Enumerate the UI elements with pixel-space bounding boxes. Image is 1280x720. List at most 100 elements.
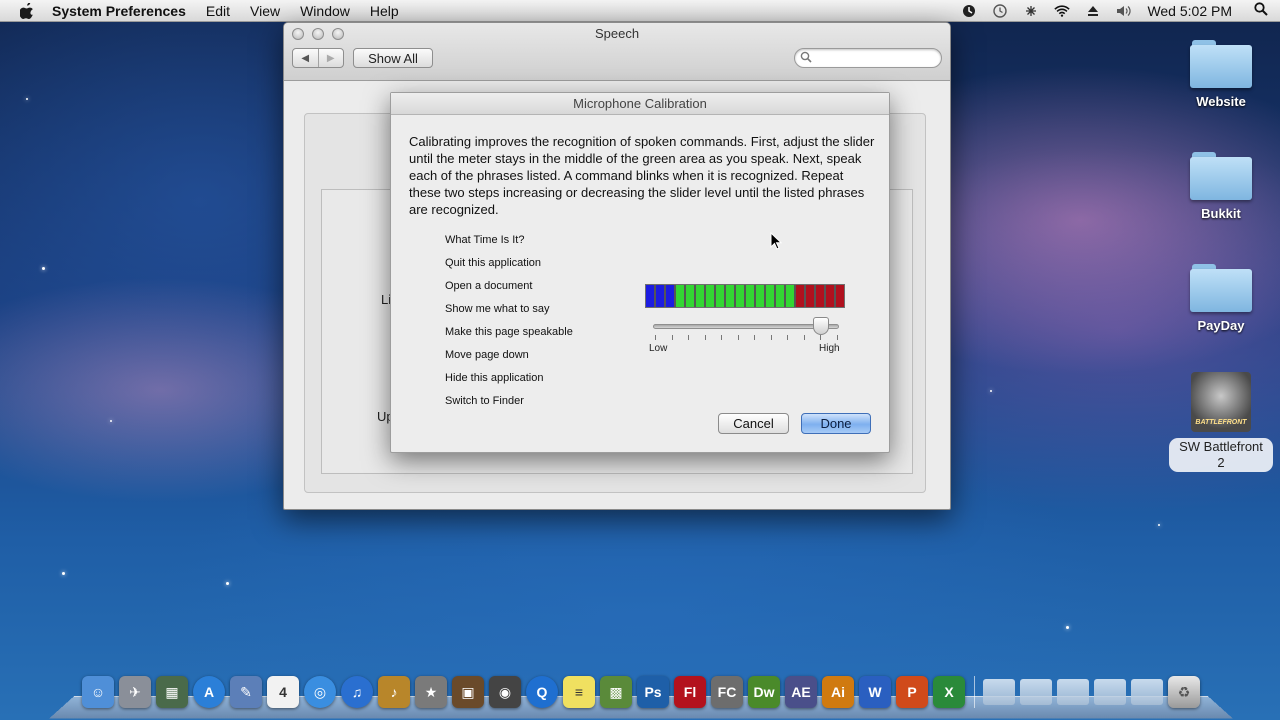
sheet-title: Microphone Calibration [391, 93, 889, 115]
battlefront-icon: BATTLEFRONT [1191, 372, 1251, 432]
bluetooth-icon[interactable] [1023, 3, 1039, 19]
applications-stack-icon[interactable] [1094, 679, 1126, 705]
photoshop-icon[interactable]: Ps [637, 676, 669, 708]
meter-segment-green [776, 285, 784, 307]
slider-tick [754, 335, 755, 340]
slider-ticks [655, 335, 838, 340]
slider-tick [837, 335, 838, 340]
folder-icon [1190, 264, 1252, 312]
meter-segment-green [706, 285, 714, 307]
calendar-icon[interactable]: 4 [267, 676, 299, 708]
apple-menu-icon[interactable] [20, 2, 38, 20]
itunes-icon[interactable]: ♫ [341, 676, 373, 708]
menu-window[interactable]: Window [300, 3, 350, 19]
app-name-menu[interactable]: System Preferences [52, 3, 186, 19]
slider-track[interactable] [653, 324, 839, 329]
desktop-folder-website[interactable]: Website [1171, 34, 1271, 109]
menu-clock[interactable]: Wed 5:02 PM [1147, 3, 1232, 19]
illustrator-icon[interactable]: Ai [822, 676, 854, 708]
back-arrow-icon[interactable]: ◀ [293, 49, 318, 67]
trash-icon[interactable]: ♻ [1168, 676, 1200, 708]
menu-edit[interactable]: Edit [206, 3, 230, 19]
downloads-stack-icon[interactable] [1020, 679, 1052, 705]
show-all-button[interactable]: Show All [353, 48, 433, 68]
app-store-icon[interactable]: A [193, 676, 225, 708]
calibration-instructions: Calibrating improves the recognition of … [409, 134, 875, 217]
back-forward-control: ◀ ▶ [292, 48, 344, 68]
phrase-item: Switch to Finder [445, 395, 524, 407]
meter-segment-green [766, 285, 774, 307]
star [26, 98, 28, 100]
pictures-stack-icon[interactable] [1057, 679, 1089, 705]
meter-segment-red [826, 285, 834, 307]
folder-icon [1190, 40, 1252, 88]
finder-icon[interactable]: ☺ [82, 676, 114, 708]
meter-segment-blue [656, 285, 664, 307]
menu-view[interactable]: View [250, 3, 280, 19]
volume-icon[interactable] [1116, 3, 1132, 19]
menu-bar: System Preferences Edit View Window Help… [0, 0, 1280, 22]
word-icon[interactable]: W [859, 676, 891, 708]
after-effects-icon[interactable]: AE [785, 676, 817, 708]
spotlight-search-icon[interactable] [1254, 2, 1268, 19]
preferences-search[interactable] [794, 48, 942, 68]
powerpoint-icon[interactable]: P [896, 676, 928, 708]
meter-segment-green [716, 285, 724, 307]
iphoto-icon[interactable]: ▣ [452, 676, 484, 708]
desktop-folder-bukkit[interactable]: Bukkit [1171, 146, 1271, 221]
input-volume-slider[interactable] [653, 317, 843, 351]
mission-control-icon[interactable]: ▦ [156, 676, 188, 708]
slider-tick [721, 335, 722, 340]
imovie-icon[interactable]: ★ [415, 676, 447, 708]
minecraft-icon[interactable]: ▩ [600, 676, 632, 708]
fireworks-icon[interactable]: FC [711, 676, 743, 708]
wifi-icon[interactable] [1054, 3, 1071, 19]
slider-tick [655, 335, 656, 340]
search-input[interactable] [815, 51, 935, 65]
star [62, 572, 65, 575]
phrase-item: Open a document [445, 280, 533, 292]
meter-segment-green [676, 285, 684, 307]
excel-icon[interactable]: X [933, 676, 965, 708]
meter-segment-red [816, 285, 824, 307]
forward-arrow-icon[interactable]: ▶ [317, 49, 344, 67]
status-area: Wed 5:02 PM [961, 2, 1280, 19]
folder-icon [1190, 152, 1252, 200]
phrase-list: What Time Is It? Quit this application O… [445, 232, 573, 416]
meter-segment-green [726, 285, 734, 307]
slider-tick [787, 335, 788, 340]
clock-icon[interactable] [992, 3, 1008, 19]
eject-icon[interactable] [1085, 3, 1101, 19]
slider-tick [672, 335, 673, 340]
battlefront-art-text: BATTLEFRONT [1195, 419, 1247, 426]
slider-tick [688, 335, 689, 340]
desktop-folder-payday[interactable]: PayDay [1171, 258, 1271, 333]
launchpad-icon[interactable]: ✈ [119, 676, 151, 708]
done-button[interactable]: Done [801, 413, 871, 434]
flash-icon[interactable]: Fl [674, 676, 706, 708]
slider-low-label: Low [649, 343, 668, 354]
meter-segment-blue [646, 285, 654, 307]
meter-segment-green [786, 285, 794, 307]
menu-help[interactable]: Help [370, 3, 399, 19]
star [42, 267, 45, 270]
slider-tick [705, 335, 706, 340]
garageband-icon[interactable]: ♪ [378, 676, 410, 708]
desktop-app-sw-battlefront[interactable]: BATTLEFRONT SW Battlefront 2 [1164, 368, 1278, 472]
dreamweaver-icon[interactable]: Dw [748, 676, 780, 708]
phrase-item: Hide this application [445, 372, 544, 384]
preview-icon[interactable]: ✎ [230, 676, 262, 708]
quicktime-icon[interactable]: Q [526, 676, 558, 708]
documents-stack-icon[interactable] [983, 679, 1015, 705]
slider-thumb[interactable] [813, 317, 829, 335]
slider-tick [738, 335, 739, 340]
cancel-button[interactable]: Cancel [718, 413, 789, 434]
time-machine-icon[interactable] [961, 3, 977, 19]
meter-segment-green [736, 285, 744, 307]
star [990, 390, 992, 392]
phrase-item: Move page down [445, 349, 529, 361]
stickies-icon[interactable]: ≡ [563, 676, 595, 708]
folder-stack-icon[interactable] [1131, 679, 1163, 705]
safari-icon[interactable]: ◎ [304, 676, 336, 708]
photo-booth-icon[interactable]: ◉ [489, 676, 521, 708]
